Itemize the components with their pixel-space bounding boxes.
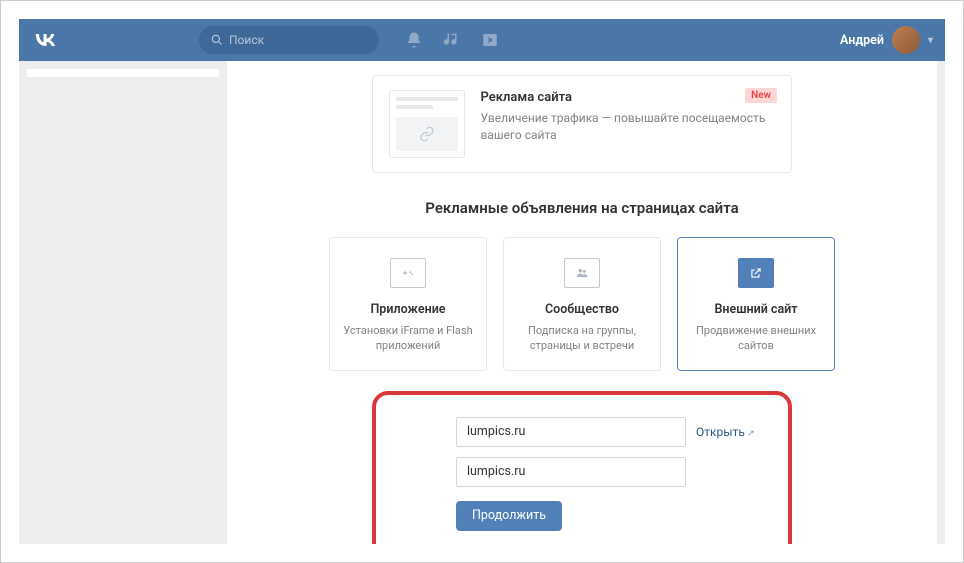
notifications-icon[interactable]	[405, 31, 423, 49]
domain-input[interactable]	[456, 457, 686, 487]
avatar	[892, 26, 920, 54]
video-icon[interactable]	[481, 31, 499, 49]
search-input[interactable]: Поиск	[199, 26, 379, 54]
search-icon	[211, 34, 223, 46]
left-sidebar	[19, 61, 219, 544]
chevron-down-icon: ▾	[928, 35, 933, 46]
card-title: Сообщество	[516, 302, 648, 317]
external-icon	[749, 266, 763, 280]
card-desc: Установки iFrame и Flash приложений	[342, 323, 474, 354]
promo-title: Реклама сайта	[481, 90, 776, 105]
music-icon[interactable]	[443, 31, 461, 49]
continue-button[interactable]: Продолжить	[456, 501, 562, 531]
user-menu[interactable]: Андрей ▾	[840, 26, 933, 54]
username: Андрей	[840, 33, 884, 48]
card-external-site[interactable]: Внешний сайт Продвижение внешних сайтов	[677, 237, 835, 371]
card-app[interactable]: Приложение Установки iFrame и Flash прил…	[329, 237, 487, 371]
search-placeholder: Поиск	[229, 33, 264, 47]
gamepad-icon	[401, 266, 415, 280]
url-input[interactable]	[456, 417, 686, 447]
card-title: Приложение	[342, 302, 474, 317]
ad-type-cards: Приложение Установки iFrame и Flash прил…	[227, 237, 937, 371]
users-icon	[575, 266, 589, 280]
card-title: Внешний сайт	[690, 302, 822, 317]
promo-desc: Увеличение трафика — повышайте посещаемо…	[481, 110, 776, 145]
card-desc: Продвижение внешних сайтов	[690, 323, 822, 354]
open-link[interactable]: Открыть	[696, 425, 755, 439]
link-icon	[419, 126, 435, 142]
site-form: Открыть Продолжить Если у Вас возникли п…	[372, 391, 792, 544]
section-title: Рекламные объявления на страницах сайта	[227, 199, 937, 217]
card-desc: Подписка на группы, страницы и встречи	[516, 323, 648, 354]
top-header: Поиск Андрей ▾	[19, 19, 945, 61]
new-badge: New	[745, 88, 777, 103]
main-content: New Реклама сайта Увеличение трафика — п…	[227, 61, 937, 544]
card-community[interactable]: Сообщество Подписка на группы, страницы …	[503, 237, 661, 371]
promo-card[interactable]: New Реклама сайта Увеличение трафика — п…	[372, 75, 792, 173]
promo-preview	[389, 90, 465, 158]
vk-logo[interactable]	[31, 26, 59, 54]
